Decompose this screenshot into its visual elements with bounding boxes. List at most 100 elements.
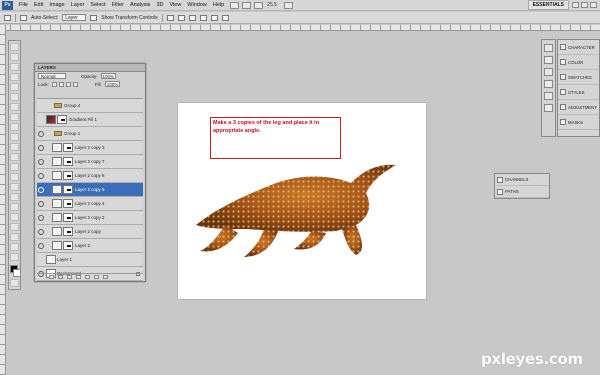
new-layer-icon[interactable] (94, 275, 99, 279)
dodge-tool-icon[interactable] (10, 173, 19, 181)
menu-file[interactable]: File (16, 0, 31, 11)
crop-tool-icon[interactable] (10, 83, 19, 91)
layer-row[interactable]: Layer 2 copy 2 (37, 211, 143, 225)
zoom-tool-icon[interactable] (10, 253, 19, 261)
visibility-eye-icon[interactable] (38, 228, 44, 235)
lock-transparent-icon[interactable] (51, 81, 57, 87)
new-group-icon[interactable] (85, 275, 90, 279)
delete-layer-icon[interactable] (103, 275, 108, 279)
menu-filter[interactable]: Filter (109, 0, 127, 11)
fill-field[interactable]: 100% (104, 81, 121, 87)
pen-tool-icon[interactable] (10, 183, 19, 191)
zoom-level[interactable]: 25.5 (263, 2, 281, 8)
marquee-tool-icon[interactable] (10, 53, 19, 61)
visibility-eye-icon[interactable] (38, 158, 44, 165)
align-right-icon[interactable] (221, 14, 229, 21)
visibility-eye-icon[interactable] (38, 214, 44, 221)
align-bottom-icon[interactable] (188, 14, 196, 21)
background-color-swatch[interactable] (13, 269, 21, 277)
auto-select-dropdown[interactable]: Layer (62, 14, 87, 21)
align-center-icon[interactable] (210, 14, 218, 21)
clone-stamp-tool-icon[interactable] (10, 123, 19, 131)
info-icon[interactable] (544, 92, 553, 100)
menu-select[interactable]: Select (87, 0, 108, 11)
visibility-eye-icon[interactable] (38, 242, 44, 249)
navigator-icon[interactable] (544, 104, 553, 112)
quick-mask-icon[interactable] (10, 279, 19, 287)
layer-row[interactable]: Group 1 (37, 127, 143, 141)
menu-analysis[interactable]: Analysis (127, 0, 153, 11)
view-extras-icon[interactable] (254, 1, 264, 9)
panel-color[interactable]: COLOR (558, 55, 599, 70)
align-middle-icon[interactable] (177, 14, 185, 21)
actions-icon[interactable] (544, 56, 553, 64)
type-tool-icon[interactable] (10, 193, 19, 201)
layers-tab[interactable]: LAYERS (35, 64, 145, 72)
healing-brush-tool-icon[interactable] (10, 103, 19, 111)
menu-help[interactable]: Help (210, 0, 227, 11)
visibility-eye-icon[interactable] (38, 200, 44, 207)
brush-tool-icon[interactable] (10, 113, 19, 121)
panel-paths[interactable]: PATHS (495, 186, 549, 198)
menu-view[interactable]: View (166, 0, 184, 11)
maximize-icon[interactable] (581, 2, 588, 8)
menu-window[interactable]: Window (184, 0, 210, 11)
eyedropper-tool-icon[interactable] (10, 93, 19, 101)
shape-tool-icon[interactable] (10, 213, 19, 221)
blend-mode-dropdown[interactable]: Normal (38, 73, 66, 79)
3d-rotate-tool-icon[interactable] (10, 223, 19, 231)
layer-row[interactable]: Group 4 (37, 99, 143, 113)
show-transform-checkbox[interactable] (90, 14, 98, 21)
adjustment-layer-icon[interactable] (76, 275, 81, 279)
lasso-tool-icon[interactable] (10, 63, 19, 71)
align-top-icon[interactable] (166, 14, 174, 21)
opacity-field[interactable]: 100% (100, 73, 117, 79)
auto-select-checkbox[interactable] (20, 14, 27, 21)
layer-row[interactable]: Layer 2 copy 6 (37, 169, 143, 183)
panel-styles[interactable]: STYLES (558, 85, 599, 100)
layer-row-selected[interactable]: Layer 2 copy 5 (37, 183, 143, 197)
lock-image-icon[interactable] (58, 81, 64, 87)
layer-row[interactable]: Layer 1 (37, 253, 143, 267)
screen-mode-icon[interactable] (283, 1, 293, 9)
history-icon[interactable] (544, 44, 553, 52)
visibility-eye-icon[interactable] (38, 144, 44, 151)
layer-row[interactable]: Layer 2 copy 7 (37, 155, 143, 169)
lock-all-icon[interactable] (72, 81, 78, 87)
blur-tool-icon[interactable] (10, 163, 19, 171)
layer-style-icon[interactable] (58, 275, 63, 279)
menu-3d[interactable]: 3D (153, 0, 166, 11)
link-layers-icon[interactable] (49, 275, 54, 279)
move-tool-icon[interactable] (10, 43, 19, 51)
layer-row[interactable]: Layer 2 copy 3 (37, 141, 143, 155)
hand-tool-icon[interactable] (10, 243, 19, 251)
panel-character[interactable]: CHARACTER (558, 40, 599, 55)
panel-channels[interactable]: CHANNELS (495, 174, 549, 186)
brushes-icon[interactable] (544, 68, 553, 76)
menu-image[interactable]: Image (46, 0, 67, 11)
lock-position-icon[interactable] (65, 81, 71, 87)
close-icon[interactable] (590, 2, 597, 8)
gradient-tool-icon[interactable] (10, 153, 19, 161)
menu-edit[interactable]: Edit (31, 0, 46, 11)
history-brush-tool-icon[interactable] (10, 133, 19, 141)
mini-bridge-icon[interactable] (242, 1, 252, 9)
workspace-switcher[interactable]: ESSENTIALS (527, 0, 569, 10)
layer-row[interactable]: Layer 2 (37, 239, 143, 253)
bridge-icon[interactable] (230, 1, 240, 9)
eraser-tool-icon[interactable] (10, 143, 19, 151)
clone-source-icon[interactable] (544, 80, 553, 88)
layer-row[interactable]: Gradient Fill 1 (37, 113, 143, 127)
visibility-eye-icon[interactable] (38, 186, 44, 193)
quick-select-tool-icon[interactable] (10, 73, 19, 81)
menu-layer[interactable]: Layer (68, 0, 88, 11)
document-canvas[interactable]: Make a 3 copies of the leg and place it … (178, 103, 426, 299)
panel-adjustments[interactable]: ADJUSTMENT (558, 100, 599, 115)
visibility-eye-icon[interactable] (38, 130, 44, 137)
minimize-icon[interactable] (572, 2, 579, 8)
visibility-eye-icon[interactable] (38, 172, 44, 179)
layer-row[interactable]: Layer 2 copy 4 (37, 197, 143, 211)
add-mask-icon[interactable] (67, 275, 72, 279)
move-tool-icon[interactable] (4, 14, 11, 21)
layer-row[interactable]: Layer 2 copy (37, 225, 143, 239)
